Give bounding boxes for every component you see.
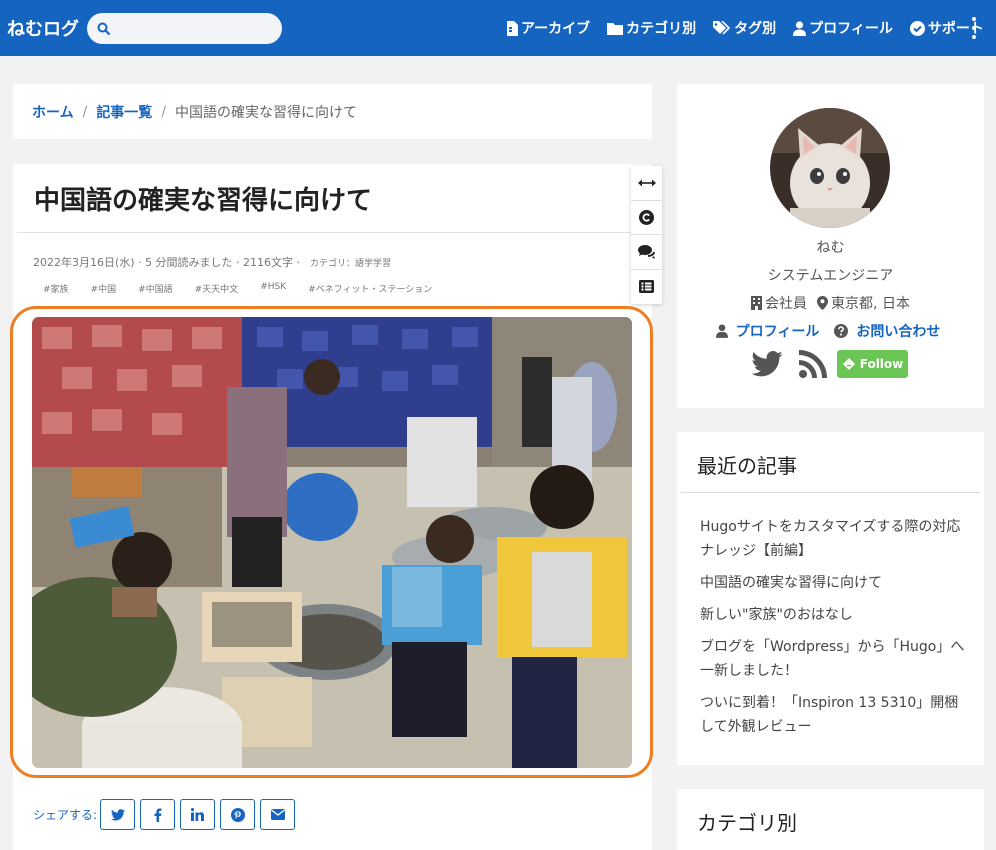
nav-menu: アーカイブ カテゴリ別 タグ別 プロフィール サポート xyxy=(506,0,996,56)
share-pinterest-button[interactable] xyxy=(220,799,256,830)
contact-link-label: お問い合わせ xyxy=(856,324,941,340)
question-circle-icon xyxy=(834,324,849,338)
categories-card: カテゴリ別 xyxy=(677,789,984,850)
share-label: シェアする: xyxy=(33,808,98,822)
breadcrumb-separator: / xyxy=(82,103,88,120)
recent-posts-list: Hugoサイトをカスタマイズする際の対応ナレッジ【前編】 中国語の確実な習得に向… xyxy=(700,515,970,747)
nav-profile-label: プロフィール xyxy=(809,21,893,37)
building-icon xyxy=(751,296,763,310)
top-navbar: ねむログ アーカイブ カテゴリ別 タグ別 プロフィール サポート xyxy=(0,0,996,56)
floating-toolbar xyxy=(631,166,662,304)
user-icon xyxy=(793,20,807,36)
recent-posts-card: 最近の記事 Hugoサイトをカスタマイズする際の対応ナレッジ【前編】 中国語の確… xyxy=(677,432,984,765)
breadcrumb-current: 中国語の確実な習得に向けて xyxy=(175,104,358,121)
recent-post-link[interactable]: ブログを「Wordpress」から「Hugo」へ一新しました！ xyxy=(700,635,970,683)
search-icon xyxy=(97,22,110,35)
nav-tags-label: タグ別 xyxy=(734,21,777,37)
profile-link-label: プロフィール xyxy=(735,324,820,340)
breadcrumb-posts[interactable]: 記事一覧 xyxy=(96,102,152,122)
share-twitter-button[interactable] xyxy=(100,799,136,830)
rss-icon[interactable] xyxy=(799,350,827,378)
more-menu-icon[interactable] xyxy=(968,17,980,39)
share-mail-button[interactable] xyxy=(260,799,296,830)
comments-button[interactable] xyxy=(631,235,662,270)
comments-icon xyxy=(637,245,655,260)
share-linkedin-button[interactable] xyxy=(180,799,216,830)
copyright-icon xyxy=(639,209,654,225)
nav-tags[interactable]: タグ別 xyxy=(713,18,776,38)
linkedin-icon xyxy=(191,808,205,821)
tags-icon xyxy=(713,21,731,35)
recent-post-link[interactable]: Hugoサイトをカスタマイズする際の対応ナレッジ【前編】 xyxy=(700,515,970,563)
tag-link[interactable]: #HSK xyxy=(260,282,286,295)
article-tags: #家族 #中国 #中国語 #天天中文 #HSK #ベネフィット・ステーション xyxy=(43,282,454,295)
article-title: 中国語の確実な習得に向けて xyxy=(34,186,373,216)
cat-avatar-image xyxy=(770,108,890,228)
site-brand[interactable]: ねむログ xyxy=(7,15,87,41)
twitter-icon[interactable] xyxy=(751,351,783,377)
nav-archive-label: アーカイブ xyxy=(521,21,591,37)
check-circle-icon xyxy=(909,20,925,36)
expand-width-icon xyxy=(637,179,656,187)
twitter-icon xyxy=(110,808,125,821)
social-links: Follow xyxy=(751,350,908,378)
breadcrumb-separator: / xyxy=(161,103,167,120)
tag-link[interactable]: #家族 xyxy=(43,282,69,295)
profile-location-text: 東京都, 日本 xyxy=(831,296,910,312)
toc-button[interactable] xyxy=(631,270,662,305)
contact-link[interactable]: お問い合わせ xyxy=(834,321,945,341)
toggle-width-button[interactable] xyxy=(631,166,662,201)
nav-profile[interactable]: プロフィール xyxy=(793,18,893,38)
map-marker-icon xyxy=(817,296,829,310)
profile-role: システムエンジニア xyxy=(767,268,894,284)
profile-card: ねむ システムエンジニア 会社員 東京都, 日本 プロフィール お問い合わせ F… xyxy=(677,84,984,408)
search-box[interactable] xyxy=(87,12,282,44)
avatar xyxy=(770,108,890,228)
hero-image xyxy=(32,317,632,768)
article-card: 中国語の確実な習得に向けて 2022年3月16日(水) · 5 分間読みました … xyxy=(10,164,653,850)
facebook-icon xyxy=(154,808,162,822)
folder-icon xyxy=(607,22,624,35)
nav-category-label: カテゴリ別 xyxy=(626,21,697,37)
feedly-follow-button[interactable]: Follow xyxy=(837,350,908,378)
tag-link[interactable]: #天天中文 xyxy=(195,282,239,295)
user-icon xyxy=(715,324,728,338)
profile-location: 東京都, 日本 xyxy=(817,293,910,313)
tag-link[interactable]: #中国語 xyxy=(138,282,173,295)
divider xyxy=(681,492,980,493)
article-meta-text: 2022年3月16日(水) · 5 分間読みました · 2116文字 · xyxy=(33,256,301,269)
categories-title: カテゴリ別 xyxy=(697,811,797,835)
feedly-icon xyxy=(842,358,855,370)
archive-file-icon xyxy=(507,20,518,36)
recent-post-link[interactable]: 中国語の確実な習得に向けて xyxy=(700,571,970,595)
feedly-follow-label: Follow xyxy=(859,357,904,371)
copyright-button[interactable] xyxy=(631,201,662,235)
tag-link[interactable]: #ベネフィット・ステーション xyxy=(308,282,432,295)
recent-posts-title: 最近の記事 xyxy=(697,454,797,478)
profile-info: 会社員 東京都, 日本 xyxy=(677,293,984,313)
share-facebook-button[interactable] xyxy=(140,799,176,830)
article-meta: 2022年3月16日(水) · 5 分間読みました · 2116文字 · カテゴ… xyxy=(33,254,391,270)
profile-name: ねむ xyxy=(816,240,845,256)
recent-post-link[interactable]: 新しい"家族"のおはなし xyxy=(700,603,970,627)
list-icon xyxy=(639,280,654,294)
breadcrumb-home[interactable]: ホーム xyxy=(32,102,74,122)
profile-company-text: 会社員 xyxy=(765,296,808,312)
profile-link[interactable]: プロフィール xyxy=(715,321,825,341)
nav-archive[interactable]: アーカイブ xyxy=(506,18,590,38)
tag-link[interactable]: #中国 xyxy=(91,282,117,295)
nav-category[interactable]: カテゴリ別 xyxy=(607,18,696,38)
breadcrumb: ホーム / 記事一覧 / 中国語の確実な習得に向けて xyxy=(13,84,652,139)
mail-icon xyxy=(270,809,285,820)
share-bar: シェアする: xyxy=(33,799,300,830)
pinterest-icon xyxy=(230,807,245,822)
profile-company: 会社員 xyxy=(751,293,807,313)
article-category[interactable]: カテゴリ：語学学習 xyxy=(310,256,391,269)
divider xyxy=(17,232,631,233)
recent-post-link[interactable]: ついに到着！「Inspiron 13 5310」開梱して外観レビュー xyxy=(700,691,970,739)
search-input[interactable] xyxy=(116,20,266,36)
market-photo xyxy=(32,317,632,768)
profile-links: プロフィール お問い合わせ xyxy=(677,321,984,341)
